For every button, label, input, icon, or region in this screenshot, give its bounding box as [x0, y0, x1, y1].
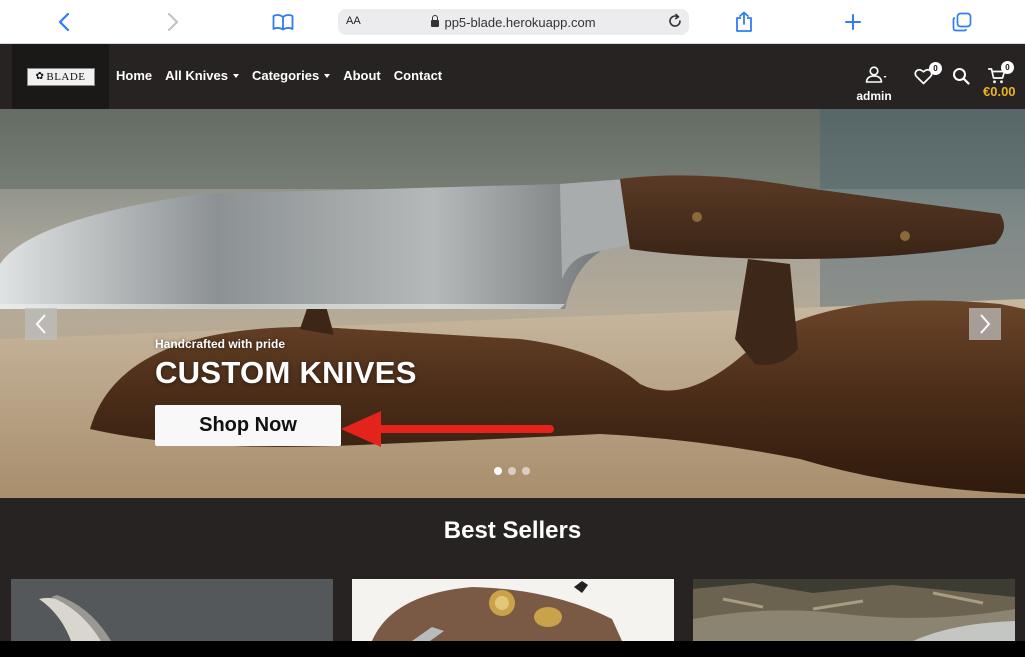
carousel-indicators	[494, 467, 530, 475]
product-image	[693, 579, 1015, 641]
nav-all-knives[interactable]: All Knives	[165, 68, 239, 83]
cart-count-badge: 0	[1001, 61, 1014, 74]
user-icon	[865, 66, 887, 83]
bottom-edge	[0, 641, 1025, 657]
main-nav: Home All Knives Categories About Contact	[116, 68, 442, 83]
cart-total[interactable]: €0.00	[983, 84, 1016, 99]
search-icon	[953, 68, 970, 85]
logo-badge: ✿ BLADE	[26, 67, 95, 86]
new-tab-icon[interactable]	[842, 11, 864, 33]
product-image	[352, 579, 674, 641]
url-field[interactable]: AA pp5-blade.herokuapp.com	[338, 9, 689, 35]
hero-title: CUSTOM KNIVES	[155, 355, 417, 390]
account-label: admin	[856, 89, 892, 103]
product-card[interactable]	[693, 579, 1015, 641]
logo-mark-icon: ✿	[35, 71, 45, 82]
back-icon[interactable]	[53, 11, 75, 33]
share-icon[interactable]	[733, 11, 755, 33]
url-text: pp5-blade.herokuapp.com	[444, 15, 596, 30]
nav-categories[interactable]: Categories	[251, 68, 331, 83]
forward-icon[interactable]	[162, 11, 184, 33]
best-sellers-section: Best Sellers	[0, 498, 1025, 641]
annotation-arrow-icon	[341, 411, 554, 447]
site-header: ✿ BLADE Home All Knives Categories About…	[0, 44, 1025, 109]
search-button[interactable]	[952, 67, 970, 90]
reload-icon[interactable]	[667, 13, 683, 34]
nav-all-knives-label: All Knives	[165, 68, 228, 83]
product-card[interactable]	[352, 579, 674, 641]
account-menu[interactable]: admin	[852, 66, 896, 103]
browser-toolbar: AA pp5-blade.herokuapp.com	[0, 0, 1025, 44]
nav-categories-label: Categories	[251, 68, 320, 83]
nav-about[interactable]: About	[343, 68, 381, 83]
hero-tagline: Handcrafted with pride	[155, 337, 286, 351]
wishlist-button[interactable]: 0	[914, 62, 942, 90]
site-logo[interactable]: ✿ BLADE	[12, 44, 109, 109]
carousel-prev-button[interactable]	[25, 308, 57, 340]
chevron-left-icon	[35, 314, 46, 334]
shop-now-button[interactable]: Shop Now	[155, 405, 341, 446]
nav-contact[interactable]: Contact	[394, 68, 442, 83]
hero-carousel: Handcrafted with pride CUSTOM KNIVES Sho…	[0, 109, 1025, 498]
carousel-dot[interactable]	[508, 467, 516, 475]
chevron-right-icon	[980, 314, 991, 334]
carousel-dot[interactable]	[522, 467, 530, 475]
carousel-next-button[interactable]	[969, 308, 1001, 340]
bookmarks-icon[interactable]	[271, 11, 295, 33]
wishlist-count-badge: 0	[929, 62, 942, 75]
carousel-dot[interactable]	[494, 467, 502, 475]
lock-icon	[431, 15, 440, 27]
logo-text: BLADE	[46, 70, 86, 83]
caret-down-icon	[232, 74, 239, 78]
best-sellers-title: Best Sellers	[443, 517, 582, 544]
nav-home[interactable]: Home	[116, 68, 152, 83]
tabs-overview-icon[interactable]	[951, 11, 973, 33]
product-image	[11, 579, 333, 641]
caret-down-icon	[324, 74, 331, 78]
product-card[interactable]	[11, 579, 333, 641]
